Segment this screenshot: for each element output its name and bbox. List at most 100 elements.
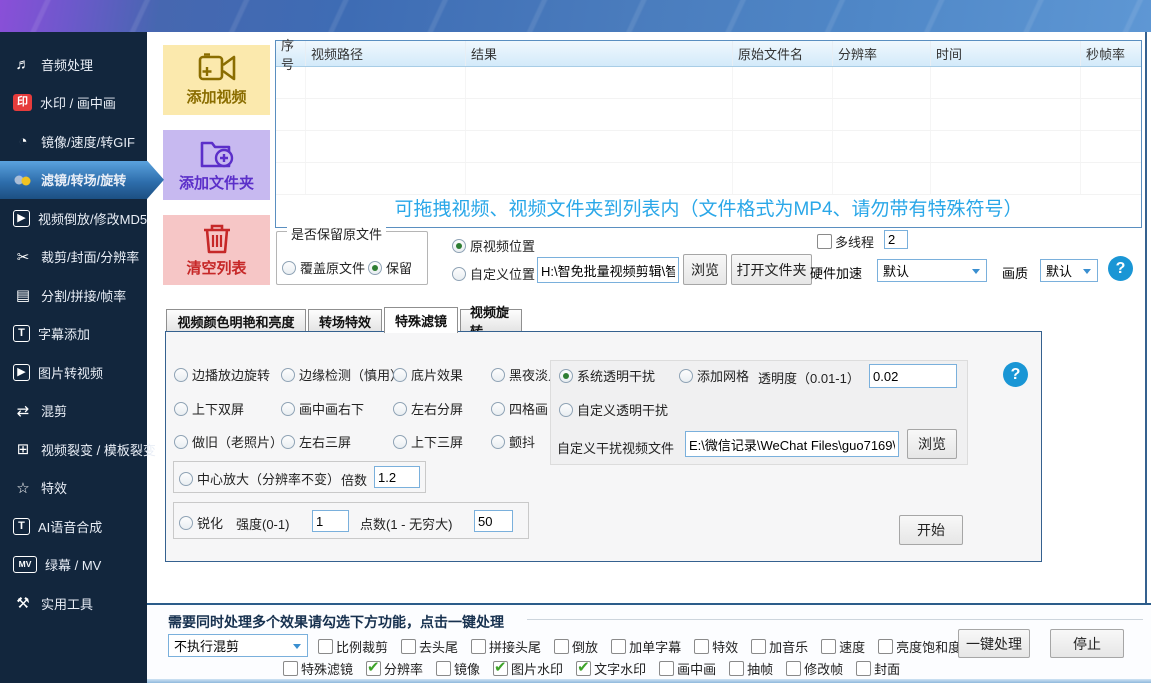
mirror-checkbox[interactable]: 镜像: [436, 659, 480, 678]
add-music-checkbox[interactable]: 加音乐: [751, 637, 808, 656]
sidebar-item-split-join-framerate[interactable]: ▤ 分割/拼接/帧率: [0, 276, 147, 315]
image-watermark-checkbox[interactable]: 图片水印: [493, 658, 563, 678]
help-icon[interactable]: ?: [1108, 256, 1133, 281]
brightness-saturation-checkbox[interactable]: 亮度饱和度: [878, 637, 961, 656]
left-right-triple-radio[interactable]: 左右三屏: [281, 432, 351, 451]
reverse-checkbox[interactable]: 倒放: [554, 637, 598, 656]
custom-transparent-radio[interactable]: 自定义透明干扰: [559, 400, 668, 419]
app-window: ♬ 音频处理 印 水印 / 画中画 ◔ 镜像/速度/转GIF 滤镜/转场/旋转 …: [0, 0, 1151, 683]
text-watermark-checkbox[interactable]: 文字水印: [576, 658, 646, 678]
opacity-input[interactable]: [869, 364, 957, 388]
add-folder-button[interactable]: 添加文件夹: [163, 130, 270, 200]
hw-accel-dropdown[interactable]: 默认: [877, 259, 987, 282]
tab-transition-effects[interactable]: 转场特效: [308, 309, 382, 332]
table-row: [276, 67, 1141, 99]
speed-checkbox[interactable]: 速度: [821, 637, 865, 656]
browse-interference-button[interactable]: 浏览: [907, 429, 957, 459]
trash-icon: [203, 224, 230, 254]
keep-original-radio[interactable]: 保留: [368, 258, 412, 277]
add-video-button[interactable]: 添加视频: [163, 45, 270, 115]
original-position-radio[interactable]: 原视频位置: [452, 236, 535, 255]
sharpen-radio[interactable]: 锐化: [179, 513, 223, 532]
sidebar-item-subtitle-add[interactable]: T 字幕添加: [0, 315, 147, 354]
custom-position-radio[interactable]: 自定义位置: [452, 264, 535, 283]
mix-cut-dropdown[interactable]: 不执行混剪: [168, 634, 308, 657]
tab-color-brightness[interactable]: 视频颜色明艳和亮度: [166, 309, 306, 332]
sidebar-item-image-to-video[interactable]: ▶ 图片转视频: [0, 353, 147, 392]
start-button[interactable]: 开始: [899, 515, 963, 545]
radio-icon: [491, 434, 505, 449]
special-filter-checkbox[interactable]: 特殊滤镜: [283, 659, 353, 678]
overwrite-original-radio[interactable]: 覆盖原文件: [282, 258, 365, 277]
modify-frame-checkbox[interactable]: 修改帧: [786, 659, 843, 678]
sidebar-item-greenscreen-mv[interactable]: MV 绿幕 / MV: [0, 546, 147, 585]
filter-circles-icon: [13, 170, 33, 190]
browse-output-button[interactable]: 浏览: [683, 254, 727, 285]
add-subtitle-checkbox[interactable]: 加单字幕: [611, 637, 681, 656]
extract-frame-checkbox[interactable]: 抽帧: [729, 659, 773, 678]
open-folder-button[interactable]: 打开文件夹: [731, 254, 812, 285]
tab-video-rotate[interactable]: 视频旋转: [460, 305, 522, 339]
effects-checkbox[interactable]: 特效: [694, 637, 738, 656]
video-list-table[interactable]: 序号 视频路径 结果 原始文件名 分辨率 时间 秒帧率 可拖拽视频、视频文件夹到…: [275, 38, 1142, 228]
sidebar-item-mirror-speed-gif[interactable]: ◔ 镜像/速度/转GIF: [0, 122, 147, 161]
old-photo-radio[interactable]: 做旧（老照片）: [174, 432, 283, 451]
special-filter-panel: 边播放边旋转 边缘检测（慎用） 底片效果 黑夜淡入 上下双屏 画中画右下 左右分…: [165, 331, 1042, 562]
chevron-down-icon: [972, 268, 980, 274]
sharpen-strength-input[interactable]: [312, 510, 349, 532]
sidebar-item-utility-tools[interactable]: ⚒ 实用工具: [0, 584, 147, 623]
sidebar-item-crop-cover-resolution[interactable]: ✂ 裁剪/封面/分辨率: [0, 238, 147, 277]
checkbox-icon: [694, 639, 710, 654]
ai-voice-icon: T: [13, 517, 30, 535]
zoom-factor-input[interactable]: [374, 466, 420, 488]
output-path-input[interactable]: [537, 257, 679, 283]
picture-in-picture-checkbox[interactable]: 画中画: [659, 659, 716, 678]
multithread-checkbox[interactable]: 多线程: [817, 232, 874, 251]
radio-icon: [174, 434, 188, 449]
sharpen-points-input[interactable]: [474, 510, 513, 532]
drag-drop-hint: 可拖拽视频、视频文件夹到列表内（文件格式为MP4、请勿带有特殊符号）: [394, 199, 1023, 220]
help-icon[interactable]: ?: [1003, 362, 1028, 387]
four-grid-radio[interactable]: 四格画: [491, 399, 548, 418]
add-grid-radio[interactable]: 添加网格: [679, 366, 749, 385]
opacity-label: 透明度（0.01-1）: [758, 371, 860, 386]
tab-special-filter[interactable]: 特殊滤镜: [384, 307, 458, 333]
checkbox-icon: [366, 658, 382, 676]
pip-bottom-right-radio[interactable]: 画中画右下: [281, 399, 364, 418]
sidebar-item-filter-transition-rotate[interactable]: 滤镜/转场/旋转: [0, 160, 164, 199]
shuffle-icon: ⇄: [16, 402, 30, 420]
quality-dropdown[interactable]: 默认: [1040, 259, 1098, 282]
shake-radio[interactable]: 颤抖: [491, 432, 535, 451]
edge-detection-radio[interactable]: 边缘检测（慎用）: [281, 365, 403, 384]
sidebar-item-mix-cut[interactable]: ⇄ 混剪: [0, 392, 147, 431]
sidebar-item-label: 滤镜/转场/旋转: [41, 173, 127, 189]
process-all-button[interactable]: 一键处理: [958, 629, 1030, 658]
negative-effect-radio[interactable]: 底片效果: [393, 365, 463, 384]
sidebar-item-reverse-md5[interactable]: ▶ 视频倒放/修改MD5: [0, 199, 147, 238]
sidebar-item-video-fission[interactable]: ⊞ 视频裂变 / 模板裂变: [0, 430, 156, 469]
top-bottom-triple-radio[interactable]: 上下三屏: [393, 432, 463, 451]
custom-interference-file-input[interactable]: [685, 431, 899, 457]
checkbox-icon: [878, 639, 894, 654]
clear-list-button[interactable]: 清空列表: [163, 215, 270, 285]
multithread-count-input[interactable]: [884, 230, 908, 249]
center-zoom-radio[interactable]: 中心放大（分辨率不变）: [179, 469, 340, 488]
system-transparent-radio[interactable]: 系统透明干扰: [559, 366, 655, 385]
table-row: [276, 99, 1141, 131]
trim-head-tail-checkbox[interactable]: 去头尾: [401, 637, 458, 656]
sidebar-item-audio-processing[interactable]: ♬ 音频处理: [0, 45, 147, 84]
top-bottom-dual-radio[interactable]: 上下双屏: [174, 399, 244, 418]
checkbox-icon: [554, 639, 570, 654]
sidebar-item-effects[interactable]: ☆ 特效: [0, 469, 147, 508]
radio-icon: [393, 434, 407, 449]
checkbox-icon: [493, 658, 509, 676]
rotate-while-playing-radio[interactable]: 边播放边旋转: [174, 365, 270, 384]
resolution-checkbox[interactable]: 分辨率: [366, 658, 423, 678]
concat-head-tail-checkbox[interactable]: 拼接头尾: [471, 637, 541, 656]
left-right-split-radio[interactable]: 左右分屏: [393, 399, 463, 418]
cover-checkbox[interactable]: 封面: [856, 659, 900, 678]
sidebar-item-ai-voice[interactable]: T AI语音合成: [0, 507, 147, 546]
ratio-crop-checkbox[interactable]: 比例裁剪: [318, 637, 388, 656]
stop-button[interactable]: 停止: [1050, 629, 1124, 658]
sidebar-item-watermark-pip[interactable]: 印 水印 / 画中画: [0, 84, 147, 123]
